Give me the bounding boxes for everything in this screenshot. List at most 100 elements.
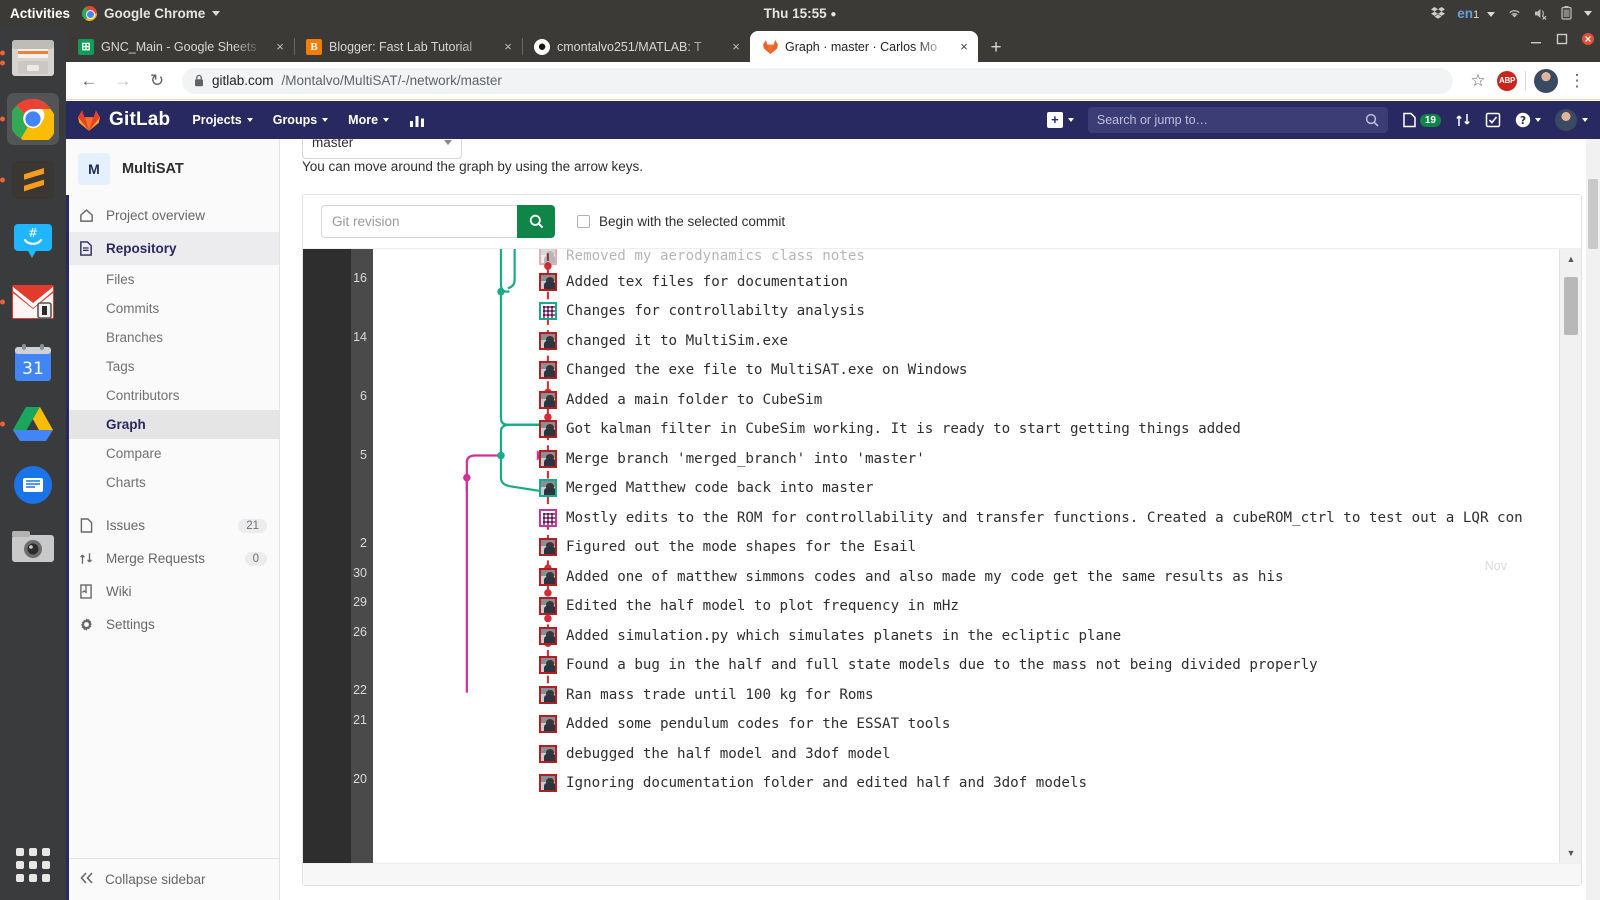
maximize-icon[interactable] bbox=[1556, 33, 1568, 45]
table-row[interactable]: Added one of matthew simmons codes and a… bbox=[373, 562, 1284, 592]
search-input[interactable]: Search or jump to… bbox=[1087, 107, 1388, 133]
table-row[interactable]: Ran mass trade until 100 kg for Roms bbox=[373, 680, 874, 710]
new-tab-button[interactable]: + bbox=[982, 34, 1010, 62]
dock-item-hipchat[interactable]: # bbox=[7, 215, 59, 267]
issues-icon[interactable]: 19 bbox=[1402, 112, 1441, 128]
scrollbar-thumb[interactable] bbox=[1588, 179, 1598, 249]
sidebar-item-issues[interactable]: Issues 21 bbox=[66, 509, 279, 542]
sidebar-item-compare[interactable]: Compare bbox=[66, 439, 279, 468]
dock-item-google-drive[interactable] bbox=[0, 398, 59, 450]
network-graph-page: master You can move around the graph by … bbox=[280, 139, 1600, 900]
table-row[interactable]: Got kalman filter in CubeSim working. It… bbox=[373, 414, 1241, 444]
table-row[interactable]: Added some pendulum codes for the ESSAT … bbox=[373, 709, 950, 739]
sidebar-item-charts[interactable]: Charts bbox=[66, 468, 279, 497]
dock-item-google-messages[interactable] bbox=[7, 459, 59, 511]
table-row[interactable]: Changes for controllabilty analysis bbox=[373, 296, 865, 326]
todos-icon[interactable] bbox=[1485, 112, 1501, 128]
sidebar-item-commits[interactable]: Commits bbox=[66, 294, 279, 323]
adblock-plus-icon[interactable]: ABP bbox=[1497, 70, 1517, 91]
forward-button[interactable]: → bbox=[108, 66, 138, 96]
begin-with-selected-commit-checkbox[interactable]: Begin with the selected commit bbox=[577, 214, 785, 229]
dock-item-sublime-text[interactable] bbox=[0, 154, 59, 206]
chrome-menu-button[interactable]: ⋮ bbox=[1562, 66, 1592, 96]
nav-groups[interactable]: Groups bbox=[273, 113, 329, 127]
merge-requests-icon[interactable] bbox=[1455, 112, 1471, 128]
checkbox-box[interactable] bbox=[577, 215, 590, 228]
nav-projects[interactable]: Projects bbox=[192, 113, 253, 127]
sidebar-item-graph[interactable]: Graph bbox=[66, 410, 279, 439]
sidebar-item-label: Issues bbox=[106, 518, 146, 533]
keyboard-layout-indicator[interactable]: en1 bbox=[1457, 6, 1495, 21]
address-bar[interactable]: gitlab.com/Montalvo/MultiSAT/-/network/m… bbox=[182, 67, 1453, 94]
git-revision-search-button[interactable] bbox=[517, 205, 555, 238]
chevron-down-icon bbox=[1067, 118, 1074, 122]
app-menu-chrome[interactable]: Google Chrome bbox=[82, 5, 221, 21]
sidebar-item-merge-requests[interactable]: Merge Requests 0 bbox=[66, 542, 279, 575]
back-button[interactable]: ← bbox=[74, 66, 104, 96]
dock-item-gmail[interactable] bbox=[0, 276, 59, 328]
dock-item-google-calendar[interactable]: 31 bbox=[7, 337, 59, 389]
table-row[interactable]: Merge branch 'merged_branch' into 'maste… bbox=[373, 444, 925, 474]
browser-tab-3[interactable]: Graph · master · Carlos Mo × bbox=[750, 31, 978, 62]
sidebar-item-files[interactable]: Files bbox=[66, 265, 279, 294]
close-icon[interactable]: × bbox=[956, 39, 972, 55]
table-row[interactable]: Added simulation.py which simulates plan… bbox=[373, 621, 1121, 651]
close-window-icon[interactable] bbox=[1582, 33, 1594, 45]
browser-tab-2[interactable]: ● cmontalvo251/MATLAB: T × bbox=[522, 31, 750, 62]
table-row[interactable]: changed it to MultiSim.exe bbox=[373, 326, 788, 356]
browser-tab-0[interactable]: ⊞ GNC_Main - Google Sheets × bbox=[66, 31, 294, 62]
close-icon[interactable]: × bbox=[500, 39, 516, 55]
dock-item-google-chrome[interactable] bbox=[0, 93, 59, 145]
scroll-up-icon[interactable]: ▲ bbox=[1560, 249, 1581, 269]
table-row[interactable]: Changed the exe file to MultiSAT.exe on … bbox=[373, 355, 967, 385]
table-row[interactable]: debugged the half model and 3dof model bbox=[373, 739, 891, 769]
graph-horizontal-scrollbar[interactable] bbox=[303, 863, 1581, 885]
table-row[interactable]: Figured out the mode shapes for the Esai… bbox=[373, 532, 916, 562]
system-menu-chevron-icon[interactable] bbox=[1584, 10, 1592, 16]
table-row[interactable]: Merged Matthew code back into master bbox=[373, 473, 874, 503]
table-row[interactable]: Added a main folder to CubeSim bbox=[373, 385, 822, 415]
show-applications-button[interactable] bbox=[16, 848, 50, 882]
nav-analytics[interactable] bbox=[409, 112, 425, 128]
sidebar-item-repository[interactable]: Repository bbox=[66, 232, 279, 265]
sidebar-item-wiki[interactable]: Wiki bbox=[66, 575, 279, 608]
graph-vertical-scrollbar[interactable]: ▲ ▼ bbox=[1559, 249, 1581, 863]
bookmark-star-icon[interactable]: ☆ bbox=[1463, 66, 1493, 96]
activities-button[interactable]: Activities bbox=[0, 6, 82, 21]
minimize-icon[interactable] bbox=[1530, 33, 1542, 45]
branch-select-dropdown[interactable]: master bbox=[302, 139, 462, 159]
table-row[interactable]: Found a bug in the half and full state m… bbox=[373, 650, 1318, 680]
page-vertical-scrollbar[interactable] bbox=[1586, 139, 1600, 900]
project-header[interactable]: M MultiSAT bbox=[66, 139, 279, 199]
scroll-down-icon[interactable]: ▼ bbox=[1560, 843, 1581, 863]
help-icon[interactable]: ? bbox=[1515, 112, 1541, 128]
profile-avatar[interactable] bbox=[1534, 68, 1558, 93]
sidebar-item-tags[interactable]: Tags bbox=[66, 352, 279, 381]
collapse-sidebar-button[interactable]: Collapse sidebar bbox=[66, 858, 279, 900]
git-revision-input[interactable]: Git revision bbox=[321, 205, 517, 238]
gitlab-logo-link[interactable]: GitLab bbox=[78, 109, 170, 131]
svg-text:31: 31 bbox=[22, 359, 44, 379]
table-row[interactable]: Mostly edits to the ROM for controllabil… bbox=[373, 503, 1523, 533]
create-new-button[interactable]: + bbox=[1046, 112, 1074, 128]
sidebar-item-settings[interactable]: Settings bbox=[66, 608, 279, 641]
user-menu[interactable] bbox=[1555, 109, 1588, 131]
table-row[interactable]: Edited the half model to plot frequency … bbox=[373, 591, 959, 621]
sidebar-item-contributors[interactable]: Contributors bbox=[66, 381, 279, 410]
table-row[interactable]: Ignoring documentation folder and edited… bbox=[373, 768, 1087, 798]
dock-item-files[interactable] bbox=[0, 32, 59, 84]
table-row[interactable]: Added tex files for documentation bbox=[373, 267, 848, 297]
reload-button[interactable]: ↻ bbox=[142, 66, 172, 96]
browser-tab-1[interactable]: B Blogger: Fast Lab Tutorial × bbox=[294, 31, 522, 62]
clock[interactable]: Thu 15:55 ● bbox=[0, 6, 1600, 21]
dock-item-cheese-webcam[interactable] bbox=[7, 520, 59, 572]
close-icon[interactable]: × bbox=[272, 39, 288, 55]
scrollbar-thumb[interactable] bbox=[1564, 277, 1578, 335]
tab-title: cmontalvo251/MATLAB: T bbox=[557, 39, 702, 54]
close-icon[interactable]: × bbox=[728, 39, 744, 55]
sidebar-item-project-overview[interactable]: Project overview bbox=[66, 199, 279, 232]
sidebar-item-branches[interactable]: Branches bbox=[66, 323, 279, 352]
chevron-down-icon bbox=[322, 118, 329, 122]
nav-more[interactable]: More bbox=[348, 113, 390, 127]
avatar bbox=[539, 537, 557, 556]
